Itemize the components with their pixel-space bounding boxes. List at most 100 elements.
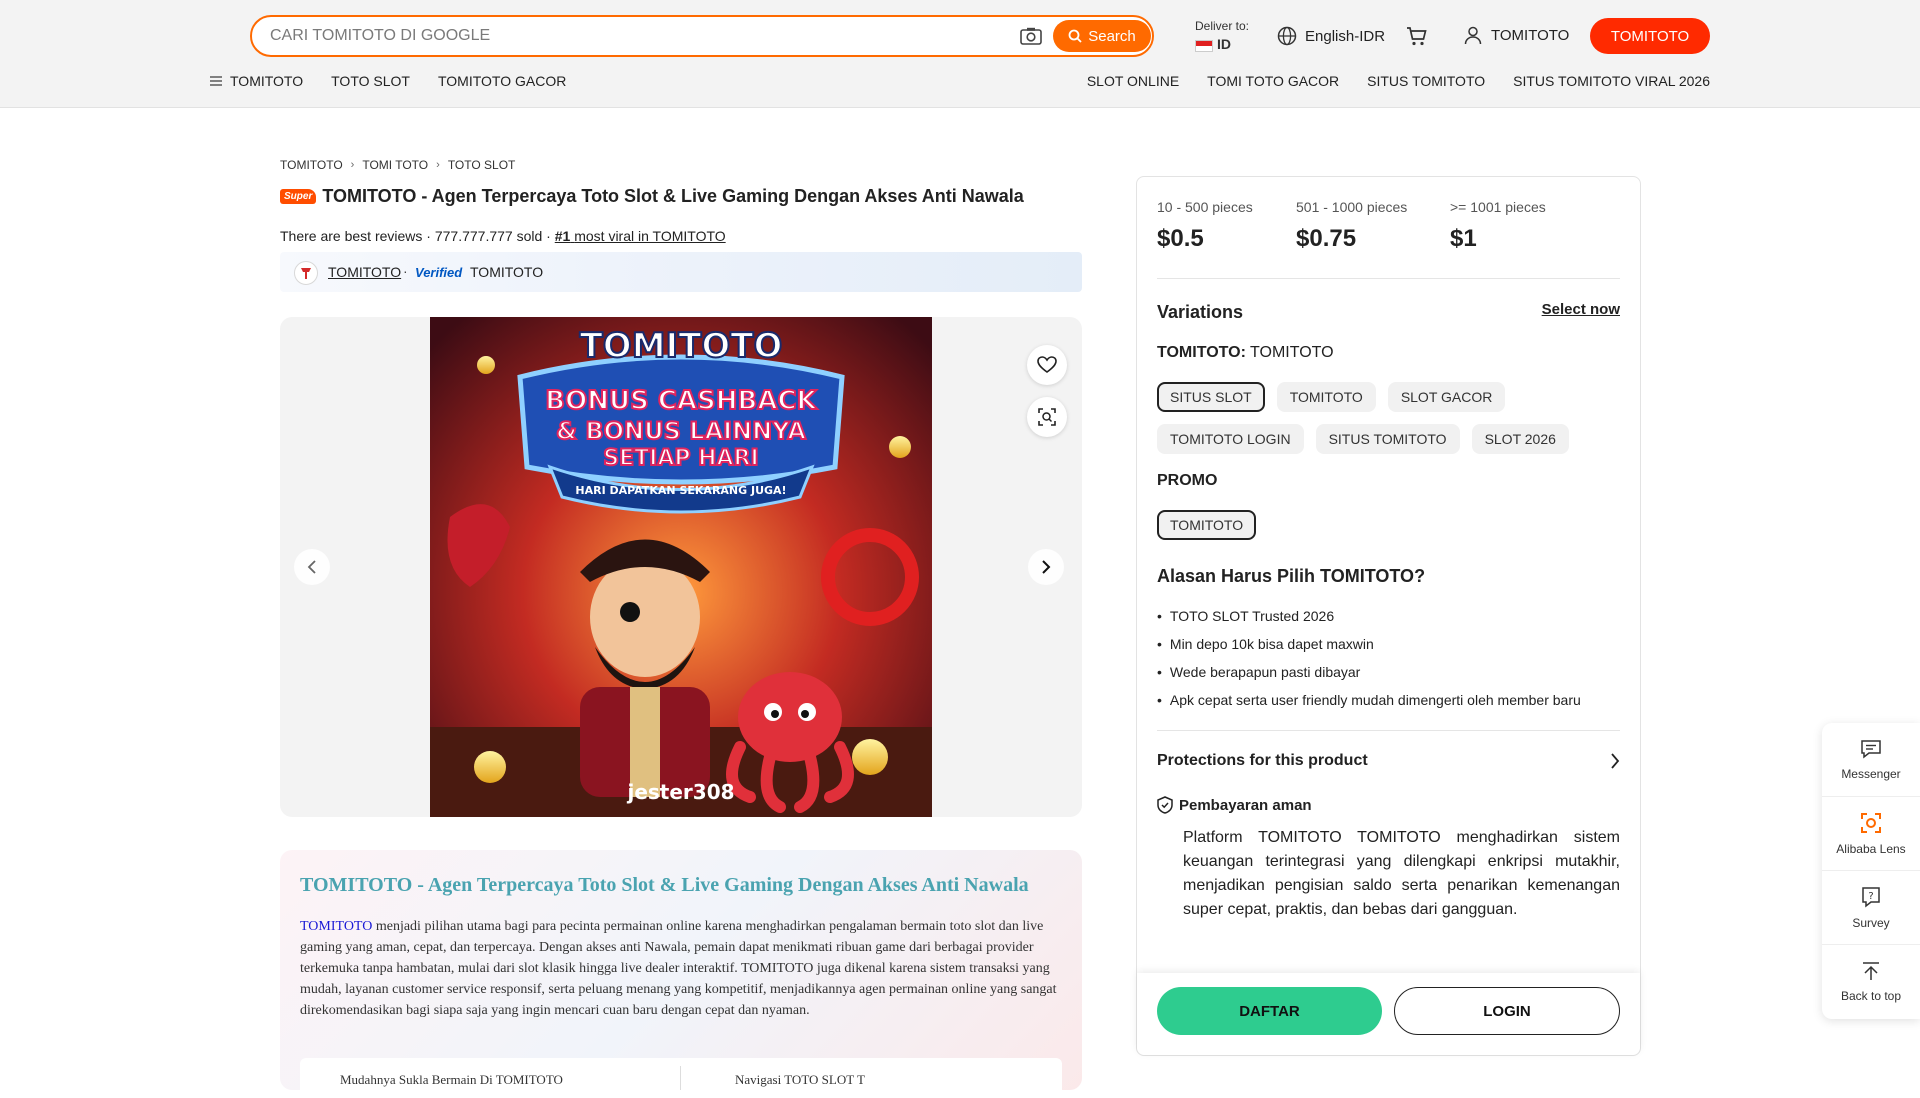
alibaba-lens-button[interactable]: Alibaba Lens (1822, 797, 1920, 871)
chevron-right-icon: › (350, 159, 355, 171)
shield-check-icon (1157, 796, 1173, 814)
tab-mudahnya[interactable]: Mudahnya Sukla Bermain Di TOMITOTO (340, 1072, 563, 1088)
variation-chip[interactable]: SLOT GACOR (1387, 382, 1506, 412)
art-line3: SETIAP HARI (603, 446, 758, 471)
chevron-left-icon (307, 560, 316, 574)
why-list: TOTO SLOT Trusted 2026 Min depo 10k bisa… (1157, 602, 1581, 714)
separator-dot: · (403, 263, 408, 279)
login-button[interactable]: LOGIN (1394, 987, 1620, 1035)
breadcrumb-item[interactable]: TOTO SLOT (448, 158, 516, 172)
rank-link[interactable]: #1 most viral in TOMITOTO (555, 228, 726, 244)
search-button[interactable]: Search (1053, 20, 1151, 52)
description-text: menjadi pilihan utama bagi para pecinta … (300, 919, 1057, 1018)
variation-value: TOMITOTO (1250, 344, 1334, 361)
survey-button[interactable]: ? Survey (1822, 871, 1920, 945)
super-badge: Super (280, 189, 317, 204)
side-toolbar: Messenger Alibaba Lens ? Survey Back to … (1822, 723, 1920, 1019)
chevron-right-icon (1042, 560, 1051, 574)
camera-search-icon[interactable] (1020, 27, 1042, 45)
variation-chip[interactable]: SITUS TOMITOTO (1315, 424, 1460, 454)
lens-icon (1861, 812, 1881, 833)
nav-situs-viral[interactable]: SITUS TOMITOTO VIRAL 2026 (1513, 73, 1710, 89)
reviews-text: There are best reviews (280, 228, 423, 244)
breadcrumb-item[interactable]: TOMITOTO (280, 158, 343, 172)
variation-label: TOMITOTO: TOMITOTO (1157, 344, 1334, 362)
list-item: Apk cepat serta user friendly mudah dime… (1157, 686, 1581, 714)
deliver-to[interactable]: Deliver to: ID (1195, 19, 1249, 52)
divider (1157, 278, 1620, 279)
store-bar: TOMITOTO · Verified TOMITOTO (280, 252, 1082, 292)
secure-payment-title: Pembayaran aman (1157, 796, 1312, 814)
image-search-button[interactable] (1027, 397, 1067, 437)
variation-chip[interactable]: SLOT 2026 (1471, 424, 1569, 454)
favorite-button[interactable] (1027, 345, 1067, 385)
deliver-label: Deliver to: (1195, 19, 1250, 33)
description-body: TOMITOTO menjadi pilihan utama bagi para… (300, 916, 1070, 1021)
product-image[interactable]: TOMITOTO BONUS CASHBACK & BONUS LAINNYA … (430, 317, 932, 817)
nav-tomitoto-gacor[interactable]: TOMITOTO GACOR (438, 73, 566, 89)
chevron-right-icon: › (436, 159, 440, 171)
header-cta-button[interactable]: TOMITOTO (1590, 18, 1710, 54)
select-now-link[interactable]: Select now (1542, 301, 1620, 318)
promo-chip[interactable]: TOMITOTO (1157, 510, 1257, 540)
search-input[interactable] (270, 25, 1030, 47)
list-item: Wede berapapun pasti dibayar (1157, 658, 1581, 686)
daftar-button[interactable]: DAFTAR (1157, 987, 1382, 1035)
survey-icon: ? (1862, 886, 1880, 908)
user-icon (1464, 26, 1482, 45)
breadcrumb-item[interactable]: TOMI TOTO (362, 158, 428, 172)
why-title: Alasan Harus Pilih TOMITOTO? (1157, 566, 1426, 586)
next-image-button[interactable] (1028, 549, 1064, 585)
previous-image-button[interactable] (294, 549, 330, 585)
verified-badge: Verified (415, 265, 463, 280)
variation-chip[interactable]: TOMITOTO LOGIN (1157, 424, 1304, 454)
back-to-top-button[interactable]: Back to top (1822, 945, 1920, 1019)
tool-label: Back to top (1840, 989, 1902, 1003)
account-link[interactable]: TOMITOTO (1463, 25, 1569, 45)
verified-name: TOMITOTO (470, 264, 544, 280)
product-meta: There are best reviews · 777.777.777 sol… (280, 228, 726, 244)
scan-icon (1038, 408, 1056, 426)
protections-row[interactable]: Protections for this product (1157, 752, 1620, 770)
action-bar: DAFTAR LOGIN (1137, 973, 1640, 1055)
chat-icon (1861, 739, 1881, 759)
cart-button[interactable] (1405, 24, 1429, 53)
menu-icon (210, 76, 222, 86)
nav-left: TOMITOTO TOTO SLOT TOMITOTO GACOR (210, 73, 566, 89)
description-title: TOMITOTO - Agen Terpercaya Toto Slot & L… (300, 874, 1029, 896)
nav-toto-slot[interactable]: TOTO SLOT (331, 73, 410, 89)
product-title-row: Super TOMITOTO - Agen Terpercaya Toto Sl… (280, 186, 1024, 207)
breadcrumb: TOMITOTO › TOMI TOTO › TOTO SLOT (280, 158, 515, 172)
messenger-button[interactable]: Messenger (1822, 723, 1920, 797)
price-tiers: 10 - 500 pieces $0.5 501 - 1000 pieces $… (1157, 199, 1565, 253)
price-tier: >= 1001 pieces $1 (1450, 199, 1565, 253)
promo-title: PROMO (1157, 472, 1218, 489)
product-title: TOMITOTO - Agen Terpercaya Toto Slot & L… (322, 186, 1024, 206)
arrow-up-icon (1863, 962, 1879, 980)
variation-chip[interactable]: TOMITOTO (1276, 382, 1376, 412)
secure-payment-body: Platform TOMITOTO TOMITOTO menghadirkan … (1183, 829, 1620, 918)
price-tier: 501 - 1000 pieces $0.75 (1296, 199, 1426, 253)
secure-payment-label: Pembayaran aman (1179, 796, 1312, 814)
tab-navigasi[interactable]: Navigasi TOTO SLOT T (735, 1072, 865, 1088)
variation-chip[interactable]: SITUS SLOT (1157, 382, 1265, 412)
rank-number: #1 (554, 228, 571, 244)
description-link[interactable]: TOMITOTO (300, 919, 372, 934)
language-selector[interactable]: English-IDR (1277, 26, 1385, 46)
sold-count: 777.777.777 sold (434, 228, 543, 244)
nav-situs-tomitoto[interactable]: SITUS TOMITOTO (1367, 73, 1485, 89)
globe-icon (1277, 26, 1297, 46)
cart-icon (1407, 27, 1427, 46)
price-tier: 10 - 500 pieces $0.5 (1157, 199, 1272, 253)
heart-icon (1037, 356, 1057, 373)
description-tabs: Mudahnya Sukla Bermain Di TOMITOTO Navig… (300, 1058, 1062, 1098)
art-line2: & BONUS LAINNYA (556, 417, 806, 445)
chevron-right-icon (1611, 753, 1620, 769)
tool-label: Survey (1852, 915, 1890, 930)
nav-slot-online[interactable]: SLOT ONLINE (1087, 73, 1179, 89)
store-name-link[interactable]: TOMITOTO (328, 264, 401, 280)
nav-menu-tomitoto[interactable]: TOMITOTO (210, 73, 303, 89)
tier-range: 10 - 500 pieces (1157, 199, 1253, 215)
nav-tomi-toto-gacor[interactable]: TOMI TOTO GACOR (1207, 73, 1339, 89)
flag-icon (1195, 39, 1213, 52)
